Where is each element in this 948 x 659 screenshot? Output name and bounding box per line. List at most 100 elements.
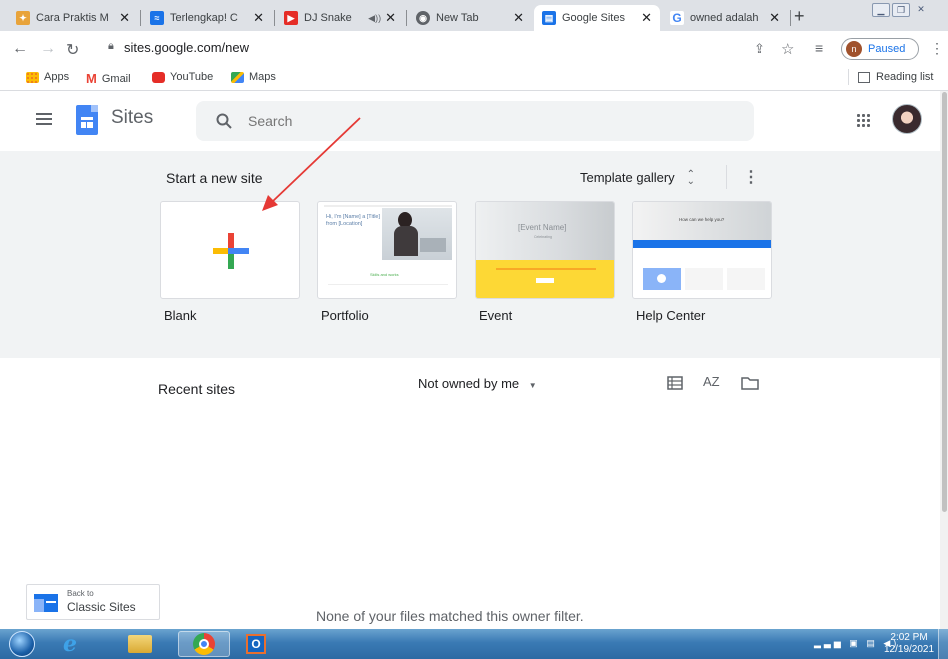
tab-favicon-icon: ✦	[16, 11, 30, 25]
internet-explorer-icon: e	[63, 631, 77, 657]
close-tab-icon[interactable]: ✕	[513, 10, 524, 26]
new-tab-button[interactable]: +	[794, 6, 805, 27]
classic-sites-line2: Classic Sites	[67, 600, 136, 614]
tab-divider	[274, 10, 275, 26]
start-new-site-heading: Start a new site	[166, 170, 263, 186]
browser-tab[interactable]: ✦ Cara Praktis M ✕	[8, 5, 138, 31]
show-desktop-button[interactable]	[938, 629, 948, 659]
clock-date: 12/19/2021	[884, 644, 935, 655]
taskbar-chrome[interactable]	[178, 631, 230, 657]
event-banner	[476, 260, 614, 298]
taskbar-ie[interactable]: e	[48, 631, 92, 657]
header-divider	[726, 165, 727, 189]
back-icon[interactable]: ←	[12, 40, 28, 58]
google-apps-icon[interactable]	[856, 113, 870, 127]
help-center-tile	[643, 268, 681, 290]
apps-grid-icon	[26, 71, 39, 83]
signal-icon: ▂▃▅	[814, 638, 844, 648]
folder-icon[interactable]	[741, 376, 759, 390]
template-gallery-button[interactable]: Template gallery ⌃ ⌄	[580, 168, 696, 187]
owner-filter-label: Not owned by me	[418, 376, 520, 391]
bookmark-gmail[interactable]: M Gmail	[86, 71, 131, 86]
more-options-icon[interactable]: ⋮	[743, 167, 759, 187]
sort-az-icon[interactable]: AZ	[703, 374, 720, 389]
recent-sites-heading: Recent sites	[158, 381, 236, 397]
page-scrollbar-thumb[interactable]	[942, 92, 947, 512]
reading-list-label: Reading list	[876, 71, 934, 83]
share-icon[interactable]: ⇪	[754, 41, 765, 57]
browser-tab[interactable]: G owned adalah ✕	[662, 5, 788, 31]
bookmark-apps[interactable]: Apps	[26, 71, 69, 83]
profile-button[interactable]: n Paused	[841, 38, 919, 60]
tab-favicon-icon: ≈	[150, 11, 164, 25]
browser-tab-active[interactable]: ▤ Google Sites ✕	[534, 5, 660, 31]
tab-title: New Tab	[436, 12, 479, 24]
bookmark-maps[interactable]: Maps	[231, 71, 276, 83]
template-card-event[interactable]: [Event Name] Celebrating	[475, 201, 615, 299]
browser-tab[interactable]: ▶ DJ Snake ◀)) ✕	[276, 5, 404, 31]
event-thumb-title: [Event Name]	[518, 223, 567, 232]
tab-title: Google Sites	[562, 12, 625, 24]
maps-icon	[231, 71, 244, 83]
media-control-icon[interactable]: ≡	[815, 40, 823, 56]
classic-sites-line1: Back to	[67, 589, 94, 598]
close-tab-icon[interactable]: ✕	[385, 10, 396, 26]
taskbar-outlook[interactable]: O	[234, 631, 278, 657]
forward-icon[interactable]: →	[40, 40, 56, 58]
google-icon: G	[670, 11, 684, 25]
address-bar[interactable]: sites.google.com/new	[124, 40, 249, 55]
bookmark-youtube[interactable]: YouTube	[152, 71, 213, 83]
browser-tab[interactable]: ≈ Terlengkap! C ✕	[142, 5, 272, 31]
owner-filter-dropdown[interactable]: Not owned by me ▼	[418, 376, 537, 391]
clock-time: 2:02 PM	[890, 632, 928, 643]
bookmark-label: YouTube	[170, 71, 214, 83]
taskbar-clock[interactable]: 2:02 PM 12/19/2021	[884, 632, 934, 656]
help-center-photo	[633, 202, 771, 244]
template-card-help-center[interactable]: How can we help you?	[632, 201, 772, 299]
reload-icon[interactable]: ↻	[66, 40, 79, 60]
chrome-icon: ◉	[416, 11, 430, 25]
back-to-classic-sites-button[interactable]: Back to Classic Sites	[26, 584, 160, 620]
bookmark-star-icon[interactable]: ☆	[781, 40, 794, 58]
chrome-icon	[193, 633, 215, 655]
youtube-icon	[152, 71, 165, 83]
windows-start-icon	[9, 631, 35, 657]
minimize-window-button[interactable]: ▁	[872, 3, 890, 17]
classic-sites-icon	[34, 594, 58, 612]
tab-title: Cara Praktis M	[36, 12, 109, 24]
sort-az-label: AZ	[703, 374, 720, 389]
browser-tab[interactable]: ◉ New Tab ✕	[408, 5, 532, 31]
reading-list-button[interactable]: Reading list	[858, 71, 933, 83]
template-label-portfolio: Portfolio	[321, 308, 369, 323]
folder-icon	[128, 635, 152, 653]
sites-header: Sites	[0, 91, 940, 151]
template-section: Start a new site Template gallery ⌃ ⌄ ⋮ B…	[0, 151, 940, 358]
close-tab-icon[interactable]: ✕	[119, 10, 130, 26]
restore-window-button[interactable]: ❐	[892, 3, 910, 17]
profile-avatar: n	[846, 41, 862, 57]
close-tab-icon[interactable]: ✕	[769, 10, 780, 26]
power-icon: ▤	[866, 638, 878, 648]
bookmarks-divider	[848, 69, 849, 85]
help-center-tile	[685, 268, 723, 290]
list-view-icon[interactable]	[667, 376, 683, 390]
start-button[interactable]	[4, 631, 40, 657]
browser-menu-icon[interactable]: ⋮	[930, 40, 944, 57]
close-window-button[interactable]: ✕	[912, 3, 930, 17]
taskbar-explorer[interactable]	[118, 631, 162, 657]
tab-divider	[790, 10, 791, 26]
audio-playing-icon[interactable]: ◀))	[368, 13, 381, 24]
expand-collapse-icon: ⌃ ⌄	[686, 168, 696, 187]
main-menu-icon[interactable]	[36, 113, 52, 125]
app-icon: O	[246, 634, 266, 654]
bookmark-label: Apps	[44, 71, 70, 83]
close-tab-icon[interactable]: ✕	[253, 10, 264, 26]
annotation-arrow-icon	[262, 117, 361, 211]
search-icon	[216, 113, 232, 129]
help-center-tile	[727, 268, 765, 290]
account-avatar[interactable]	[892, 104, 922, 134]
sites-logo-icon[interactable]	[76, 105, 98, 135]
close-tab-icon[interactable]: ✕	[641, 10, 652, 26]
profile-status: Paused	[868, 43, 906, 55]
windows-taskbar: e O ▂▃▅ ▣ ▤ ◀) 2:02 PM 12/19/2021	[0, 629, 948, 659]
